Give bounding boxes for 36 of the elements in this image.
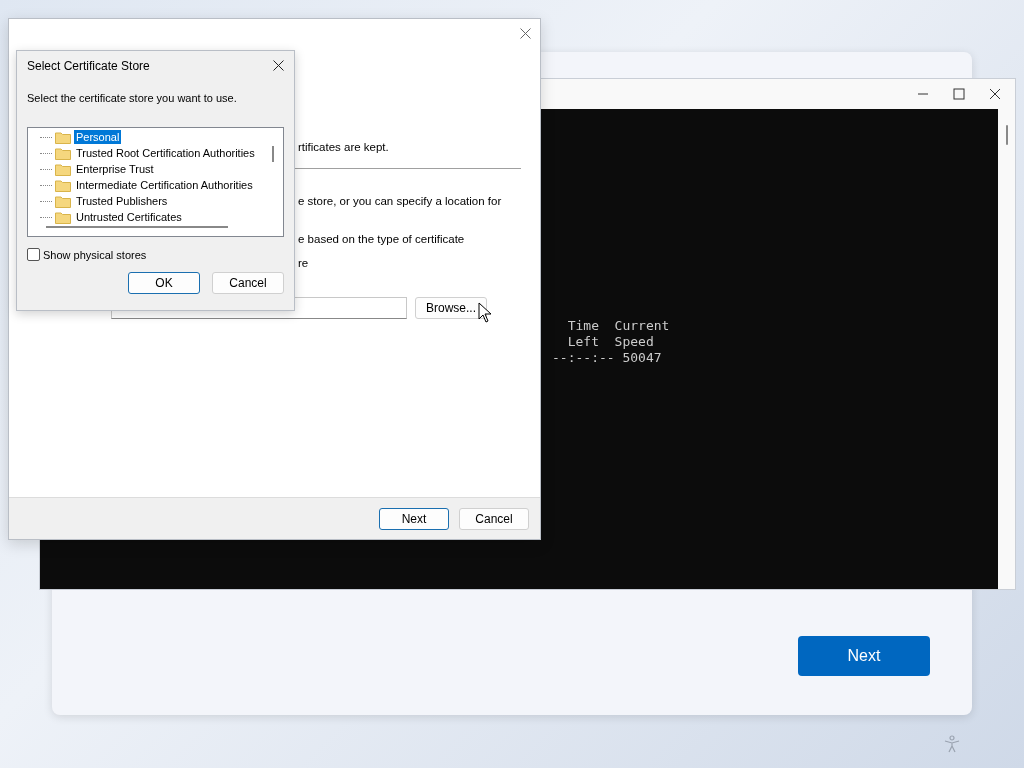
store-item[interactable]: Intermediate Certification Authorities <box>74 178 255 192</box>
console-line: Time Current <box>566 318 670 334</box>
folder-icon <box>55 178 71 192</box>
cursor-icon <box>478 302 492 323</box>
close-icon[interactable] <box>989 88 1001 100</box>
cancel-button[interactable]: Cancel <box>212 272 284 294</box>
store-item[interactable]: Personal <box>74 130 122 144</box>
checkbox[interactable] <box>27 248 40 261</box>
folder-icon <box>55 194 71 208</box>
wizard-text: rtificates are kept. <box>298 140 389 155</box>
next-button[interactable]: Next <box>798 636 930 676</box>
ok-button[interactable]: OK <box>128 272 200 294</box>
folder-icon <box>55 146 71 160</box>
store-item[interactable]: Untrusted Certificates <box>74 210 184 224</box>
maximize-icon[interactable] <box>953 88 965 100</box>
folder-icon <box>55 210 71 224</box>
scrollbar-thumb[interactable] <box>46 226 228 228</box>
console-line: Left Speed <box>566 334 654 350</box>
wizard-text: e based on the type of certificate <box>298 232 465 247</box>
folder-icon <box>55 162 71 176</box>
next-button[interactable]: Next <box>379 507 449 530</box>
checkbox-label: Show physical stores <box>43 248 147 261</box>
folder-icon <box>55 130 71 144</box>
scrollbar-thumb[interactable] <box>272 146 274 162</box>
store-item[interactable]: Trusted Publishers <box>74 194 170 208</box>
cancel-button[interactable]: Cancel <box>459 507 529 530</box>
wizard-text: re <box>298 256 309 271</box>
wizard-text: e store, or you can specify a location for <box>298 194 502 209</box>
store-item[interactable]: Trusted Root Certification Authorities <box>74 146 257 160</box>
store-item[interactable]: Enterprise Trust <box>74 162 156 176</box>
browse-button[interactable]: Browse... <box>415 297 487 319</box>
close-icon[interactable] <box>273 60 284 71</box>
dialog-instruction: Select the certificate store you want to use. <box>27 92 238 104</box>
console-line: --:--:-- 50047 <box>552 350 662 366</box>
dialog-title: Select Certificate Store <box>27 58 150 73</box>
scrollbar-thumb[interactable] <box>1005 125 1008 145</box>
